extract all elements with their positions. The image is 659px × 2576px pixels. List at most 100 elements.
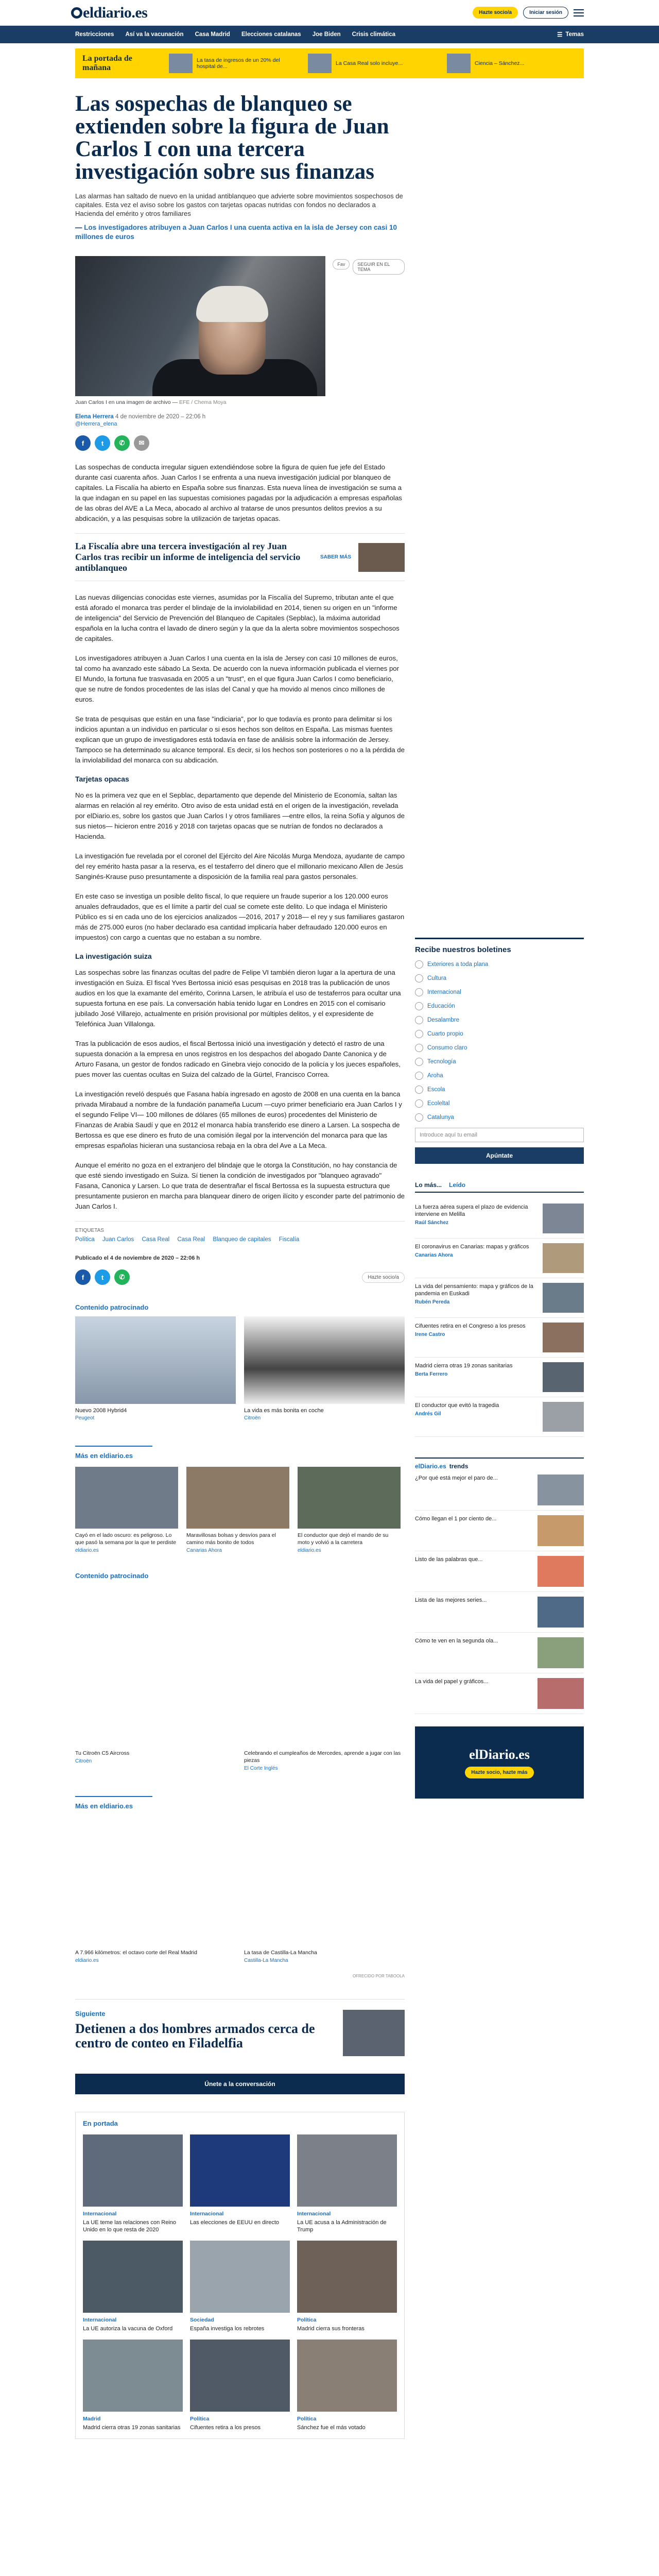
media-row: Fav SEGUIR EN EL TEMA (75, 256, 405, 396)
sponsored-card[interactable]: Tu Citroën C5 Aircross Citroën (75, 1750, 236, 1771)
photo-figure-hair (196, 286, 268, 322)
newsletter-option[interactable]: Cultura (415, 974, 584, 982)
newsletter-option[interactable]: Exteriores a toda plana (415, 960, 584, 969)
twitter-icon[interactable]: t (95, 1269, 110, 1285)
list-item[interactable]: Lista de las mejores series... (415, 1592, 584, 1633)
page-body: Las sospechas de blanqueo se extienden s… (75, 93, 584, 2460)
tag-link[interactable]: Casa Real (142, 1236, 170, 1243)
site-header: eldiario.es Hazte socio/a Iniciar sesión (0, 0, 659, 26)
checkbox-icon (415, 1099, 423, 1108)
subscribe-button[interactable]: Apúntate (415, 1147, 584, 1164)
publish-date: 4 de noviembre de 2020 – 22:06 h (115, 414, 206, 420)
site-logo[interactable]: eldiario.es (71, 4, 148, 22)
whatsapp-icon[interactable]: ✆ (114, 1269, 130, 1285)
related-title: La Fiscalía abre una tercera investigaci… (75, 541, 301, 573)
sponsored-card[interactable]: Celebrando el cumpleaños de Mercedes, ap… (244, 1750, 405, 1771)
join-conversation-bar[interactable]: Únete a la conversación (75, 2074, 405, 2094)
ticker-item[interactable]: La Casa Real solo incluye... (308, 54, 438, 73)
newsletter-option[interactable]: Cuarto propio (415, 1030, 584, 1038)
more-card[interactable]: La tasa de Castilla-La Mancha Castilla-La… (244, 1949, 405, 1963)
topics-menu[interactable]: ☰ Temas (557, 31, 584, 38)
sponsored-card[interactable]: Nuevo 2008 Hybrid4 Peugeot (75, 1316, 236, 1421)
list-item[interactable]: Cifuentes retira en el Congreso a los pr… (415, 1318, 584, 1358)
article-paragraph: La investigación fue revelada por el cor… (75, 852, 405, 880)
frontpage-card[interactable]: Internacional Las elecciones de EEUU en d… (190, 2134, 290, 2233)
newsletter-option[interactable]: Internacional (415, 988, 584, 996)
tab-most[interactable]: Lo más... (415, 1181, 442, 1189)
frontpage-card[interactable]: Política Madrid cierra sus fronteras (297, 2241, 397, 2332)
topic-link[interactable]: Elecciones catalanas (241, 31, 301, 38)
author-link[interactable]: Elena Herrera (75, 414, 114, 420)
related-article[interactable]: La Fiscalía abre una tercera investigaci… (75, 533, 405, 581)
newsletter-option[interactable]: Consumo claro (415, 1044, 584, 1052)
list-item[interactable]: El conductor que evitó la tragedia Andrés… (415, 1397, 584, 1437)
frontpage-card[interactable]: Internacional La UE acusa a la Administra… (297, 2134, 397, 2233)
newsletter-option[interactable]: Aroha (415, 1072, 584, 1080)
list-item[interactable]: Cómo te ven en la segunda ola... (415, 1633, 584, 1673)
list-item[interactable]: ¿Por qué está mejor el paro de... (415, 1470, 584, 1511)
list-item[interactable]: Madrid cierra otras 19 zonas sanitarias B… (415, 1358, 584, 1397)
menu-icon[interactable] (574, 9, 584, 16)
tab-read[interactable]: Leído (449, 1181, 465, 1189)
whatsapp-icon[interactable]: ✆ (114, 435, 130, 451)
frontpage-card[interactable]: Internacional La UE autoriza la vacuna de… (83, 2241, 183, 2332)
tag-link[interactable]: Casa Real (177, 1236, 205, 1243)
login-button[interactable]: Iniciar sesión (523, 7, 568, 19)
more-card[interactable]: Cayó en el lado oscuro: es peligroso. Lo… (75, 1467, 178, 1553)
frontpage-card[interactable]: Política Cifuentes retira a los presos (190, 2340, 290, 2431)
logo-ring-icon (71, 7, 82, 19)
newsletter-option[interactable]: Catalunya (415, 1113, 584, 1122)
topic-link[interactable]: Casa Madrid (195, 31, 230, 38)
topic-link[interactable]: Así va la vacunación (125, 31, 183, 38)
article-paragraph: Las sospechas sobre las finanzas ocultas… (75, 969, 401, 1028)
newsletter-option[interactable]: Escola (415, 1086, 584, 1094)
fav-button[interactable]: Fav (333, 259, 350, 269)
article-paragraph: Tras la publicación de esos audios, el f… (75, 1040, 401, 1078)
list-item[interactable]: El coronavirus en Canarias: mapas y gráf… (415, 1239, 584, 1278)
topic-link[interactable]: Restricciones (75, 31, 114, 38)
tag-link[interactable]: Juan Carlos (102, 1236, 134, 1243)
become-member-button[interactable]: Hazte socio/a (473, 7, 518, 19)
ad-cta-button[interactable]: Hazte socio, hazte más (465, 1766, 534, 1778)
ticker-item[interactable]: Ciencia – Sánchez... (447, 54, 577, 73)
tag-link[interactable]: Fiscalía (279, 1236, 300, 1243)
tag-link[interactable]: Política (75, 1236, 95, 1243)
tag-link[interactable]: Blanqueo de capitales (213, 1236, 271, 1243)
frontpage-card[interactable]: Sociedad España investiga los rebrotes (190, 2241, 290, 2332)
membership-ad[interactable]: elDiario.es Hazte socio, hazte más (415, 1726, 584, 1799)
newsletter-option[interactable]: Ecoleltal (415, 1099, 584, 1108)
mail-icon[interactable]: ✉ (134, 435, 149, 451)
facebook-icon[interactable]: f (75, 1269, 91, 1285)
list-thumb (537, 1556, 584, 1587)
topic-link[interactable]: Joe Biden (313, 31, 341, 38)
email-field[interactable]: Introduce aquí tu email (415, 1128, 584, 1142)
checkbox-icon (415, 988, 423, 996)
author-handle[interactable]: @Herrera_elena (75, 421, 405, 427)
list-item[interactable]: La vida del papel y gráficos... (415, 1673, 584, 1714)
follow-topic-button[interactable]: SEGUIR EN EL TEMA (353, 259, 405, 275)
sponsored-card[interactable]: La vida es más bonita en coche Citroën (244, 1316, 405, 1421)
newsletter-option[interactable]: Educación (415, 1002, 584, 1010)
frontpage-card[interactable]: Madrid Madrid cierra otras 19 zonas sanit… (83, 2340, 183, 2431)
list-thumb (543, 1362, 584, 1392)
list-item[interactable]: La vida del pensamiento: mapa y gráficos… (415, 1278, 584, 1318)
more-card[interactable]: A 7.966 kilómetros: el octavo corte del … (75, 1949, 236, 1963)
newsletter-option[interactable]: Desalambre (415, 1016, 584, 1024)
next-article[interactable]: Siguiente Detienen a dos hombres armados… (75, 1999, 405, 2056)
topic-link[interactable]: Crisis climática (352, 31, 395, 38)
frontpage-card[interactable]: Internacional La UE teme las relaciones c… (83, 2134, 183, 2233)
frontpage-card[interactable]: Política Sánchez fue el más votado (297, 2340, 397, 2431)
ticker-item[interactable]: La tasa de ingresos de un 20% del hospit… (169, 54, 299, 73)
list-item[interactable]: Listo de las palabras que... (415, 1551, 584, 1592)
list-item[interactable]: La fuerza aérea supera el plazo de evide… (415, 1199, 584, 1239)
article-photo[interactable] (75, 256, 326, 396)
ticker-thumb (169, 54, 193, 73)
more-card[interactable]: El conductor que dejó el mando de su mot… (298, 1467, 401, 1553)
newsletter-option[interactable]: Tecnología (415, 1058, 584, 1066)
twitter-icon[interactable]: t (95, 435, 110, 451)
list-item[interactable]: Cómo llegan el 1 por ciento de... (415, 1511, 584, 1551)
join-button[interactable]: Hazte socio/a (362, 1272, 405, 1283)
read-more-link[interactable]: SABER MÁS (320, 554, 351, 560)
more-card[interactable]: Maravillosas bolsas y desvíos para el ca… (186, 1467, 289, 1553)
facebook-icon[interactable]: f (75, 435, 91, 451)
